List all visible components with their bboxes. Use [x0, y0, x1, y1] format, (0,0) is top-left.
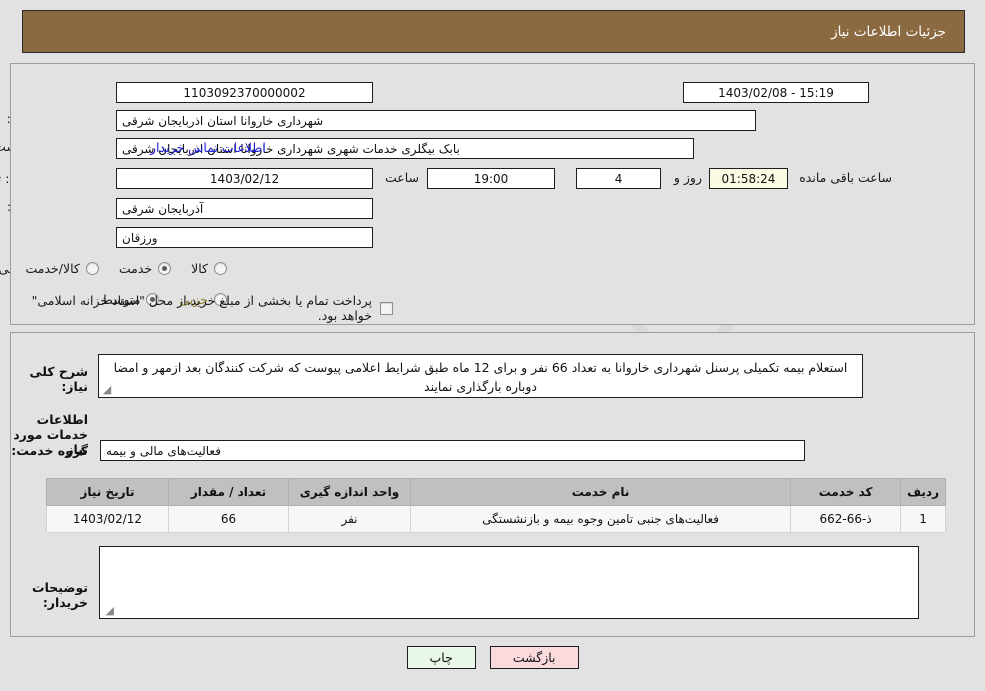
hour-label: ساعت	[384, 170, 419, 185]
category-option-kala-khedmat-label: کالا/خدمت	[25, 261, 80, 276]
page-root: AriaTender.net جزئیات اطلاعات نیاز شماره…	[0, 0, 985, 691]
summary-label: شرح کلی نیاز:	[29, 364, 88, 394]
cell-code: ذ-66-662	[790, 505, 902, 533]
resize-handle-icon[interactable]: ◢	[101, 384, 113, 396]
cell-name: فعالیت‌های جنبی تامین وجوه بیمه و بازنشس…	[409, 505, 792, 533]
category-option-kala-label: کالا	[191, 261, 208, 276]
buyer-contact-link[interactable]: اطلاعات تماس خریدار	[150, 140, 266, 155]
print-button[interactable]: چاپ	[406, 646, 476, 669]
treasury-note-label: پرداخت تمام یا بخشی از مبلغ خرید،از محل …	[31, 293, 372, 323]
table-header-row: ردیف کد خدمت نام خدمت واحد اندازه گیری ت…	[46, 478, 946, 506]
category-option-kala[interactable]: کالا	[191, 261, 227, 276]
cell-unit: نفر	[288, 505, 411, 533]
cell-qty: 66	[168, 505, 289, 533]
countdown-value: 01:58:24	[709, 168, 788, 189]
summary-text: استعلام بیمه تکمیلی پرسنل شهرداری خاروان…	[113, 360, 848, 395]
announce-date-value: 15:19 - 1403/02/08	[683, 82, 869, 103]
radio-kala-icon[interactable]	[214, 262, 227, 275]
th-code: کد خدمت	[790, 478, 902, 506]
page-title: جزئیات اطلاعات نیاز	[831, 23, 946, 40]
category-option-khedmat-label: خدمت	[118, 261, 153, 276]
cell-date: 1403/02/12	[46, 505, 169, 533]
table-row: 1 ذ-66-662 فعالیت‌های جنبی تامین وجوه بی…	[46, 505, 946, 533]
services-table: ردیف کد خدمت نام خدمت واحد اندازه گیری ت…	[46, 478, 946, 533]
th-qty: تعداد / مقدار	[168, 478, 289, 506]
service-group-value: فعالیت‌های مالی و بیمه	[100, 440, 805, 461]
radio-khedmat-icon[interactable]	[158, 262, 172, 275]
days-suffix-label: روز و	[673, 170, 702, 185]
th-unit: واحد اندازه گیری	[288, 478, 411, 506]
days-value: 4	[576, 168, 661, 189]
back-button[interactable]: بازگشت	[489, 646, 579, 669]
summary-textarea[interactable]: استعلام بیمه تکمیلی پرسنل شهرداری خاروان…	[98, 354, 863, 398]
buyer-notes-label: توضیحات خریدار:	[32, 580, 88, 610]
need-number-value: 1103092370000002	[116, 82, 373, 103]
category-option-kala-khedmat[interactable]: کالا/خدمت	[25, 261, 99, 276]
hour-value: 19:00	[427, 168, 555, 189]
service-group-label: گروه خدمت:	[11, 443, 88, 458]
th-row: ردیف	[900, 478, 946, 506]
buyer-notes-textarea[interactable]: ◢	[99, 546, 919, 619]
cell-row: 1	[900, 505, 946, 533]
page-header: جزئیات اطلاعات نیاز	[22, 10, 965, 53]
resize-handle-icon-notes[interactable]: ◢	[102, 605, 114, 617]
city-value: ورزقان	[116, 227, 373, 248]
treasury-checkbox-icon[interactable]	[380, 301, 393, 315]
category-option-khedmat[interactable]: خدمت	[118, 261, 172, 276]
radio-kala-khedmat-icon[interactable]	[85, 262, 99, 275]
buyer-org-value: شهرداری خاروانا استان اذربایجان شرقی	[116, 110, 756, 131]
th-date: تاریخ نیاز	[46, 478, 169, 506]
province-value: آذربایجان شرقی	[116, 198, 373, 219]
th-name: نام خدمت	[409, 478, 792, 506]
countdown-suffix-label: ساعت باقی مانده	[799, 170, 892, 185]
footer-button-bar: بازگشت چاپ	[0, 646, 985, 669]
deadline-date-value: 1403/02/12	[116, 168, 373, 189]
treasury-checkbox-row[interactable]: پرداخت تمام یا بخشی از مبلغ خرید،از محل …	[0, 293, 393, 323]
category-radio-group: کالا خدمت کالا/خدمت	[5, 261, 227, 276]
